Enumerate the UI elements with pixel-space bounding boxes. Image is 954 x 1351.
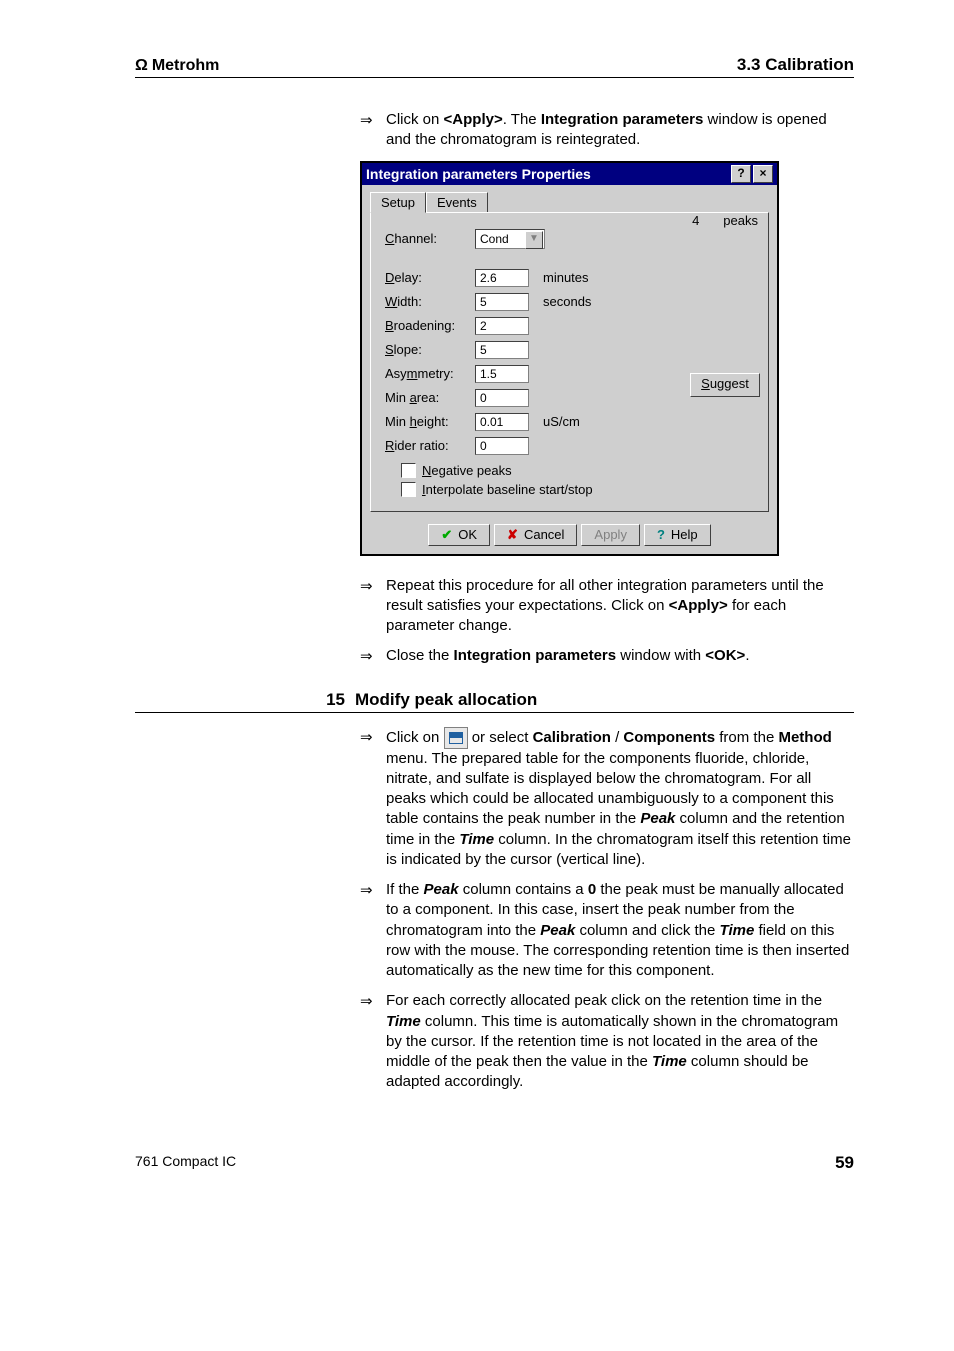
minheight-input[interactable] xyxy=(475,413,529,431)
section-title: 3.3 Calibration xyxy=(737,55,854,75)
close-text: Close the Integration parameters window … xyxy=(386,646,854,667)
minarea-input[interactable] xyxy=(475,389,529,407)
dialog-title: Integration parameters Properties xyxy=(366,166,729,182)
footer-left: 761 Compact IC xyxy=(135,1153,236,1173)
page-number: 59 xyxy=(835,1153,854,1173)
arrow-icon: ⇒ xyxy=(360,110,378,151)
peaks-count: 4 xyxy=(692,213,699,228)
dialog-titlebar: Integration parameters Properties ? × xyxy=(362,163,777,185)
step15-p1: Click on or select Calibration / Compone… xyxy=(386,727,854,871)
question-icon: ? xyxy=(657,527,665,542)
delay-input[interactable] xyxy=(475,269,529,287)
riderratio-input[interactable] xyxy=(475,437,529,455)
riderratio-label: Rider ratio: xyxy=(385,438,467,453)
arrow-icon: ⇒ xyxy=(360,646,378,667)
repeat-text: Repeat this procedure for all other inte… xyxy=(386,576,854,637)
ok-button[interactable]: ✔OK xyxy=(428,524,490,546)
peaks-info: 4 peaks xyxy=(692,213,758,228)
delay-label: Delay: xyxy=(385,270,467,285)
negative-peaks-checkbox[interactable] xyxy=(401,463,416,478)
asymmetry-input[interactable] xyxy=(475,365,529,383)
cancel-button[interactable]: ✘Cancel xyxy=(494,524,577,546)
tab-events[interactable]: Events xyxy=(426,192,488,213)
width-input[interactable] xyxy=(475,293,529,311)
slope-label: Slope: xyxy=(385,342,467,357)
brand-text: Metrohm xyxy=(152,57,220,75)
interpolate-label: Interpolate baseline start/stop xyxy=(422,482,593,497)
tab-setup[interactable]: Setup xyxy=(370,192,426,213)
help-button[interactable]: ?Help xyxy=(644,524,711,546)
width-unit: seconds xyxy=(543,294,591,309)
step15-p2: If the Peak column contains a 0 the peak… xyxy=(386,880,854,981)
channel-label: Channel: xyxy=(385,231,467,246)
apply-button[interactable]: Apply xyxy=(581,524,640,546)
intro-text: Click on <Apply>. The Integration parame… xyxy=(386,110,854,151)
close-icon[interactable]: × xyxy=(753,165,773,183)
broadening-input[interactable] xyxy=(475,317,529,335)
components-toolbar-icon[interactable] xyxy=(444,727,468,749)
metrohm-logo-icon: Ω xyxy=(135,57,148,75)
channel-select[interactable]: Cond ▼ xyxy=(475,229,545,249)
step-number: 15 xyxy=(310,690,345,710)
width-label: Width: xyxy=(385,294,467,309)
minheight-unit: uS/cm xyxy=(543,414,580,429)
delay-unit: minutes xyxy=(543,270,589,285)
negative-peaks-label: Negative peaks xyxy=(422,463,512,478)
suggest-button[interactable]: Suggest xyxy=(690,373,760,397)
slope-input[interactable] xyxy=(475,341,529,359)
broadening-label: Broadening: xyxy=(385,318,467,333)
minheight-label: Min height: xyxy=(385,414,467,429)
peaks-label: peaks xyxy=(723,213,758,228)
check-icon: ✔ xyxy=(441,527,452,543)
arrow-icon: ⇒ xyxy=(360,880,378,981)
asymmetry-label: Asymmetry: xyxy=(385,366,467,381)
help-icon[interactable]: ? xyxy=(731,165,751,183)
interpolate-checkbox[interactable] xyxy=(401,482,416,497)
minarea-label: Min area: xyxy=(385,390,467,405)
x-icon: ✘ xyxy=(507,527,518,543)
step15-p3: For each correctly allocated peak click … xyxy=(386,991,854,1092)
arrow-icon: ⇒ xyxy=(360,727,378,871)
chevron-down-icon: ▼ xyxy=(525,231,543,249)
brand: Ω Metrohm xyxy=(135,57,219,75)
step-title: Modify peak allocation xyxy=(355,690,537,710)
integration-parameters-dialog: Integration parameters Properties ? × Se… xyxy=(360,161,779,556)
arrow-icon: ⇒ xyxy=(360,576,378,637)
arrow-icon: ⇒ xyxy=(360,991,378,1092)
